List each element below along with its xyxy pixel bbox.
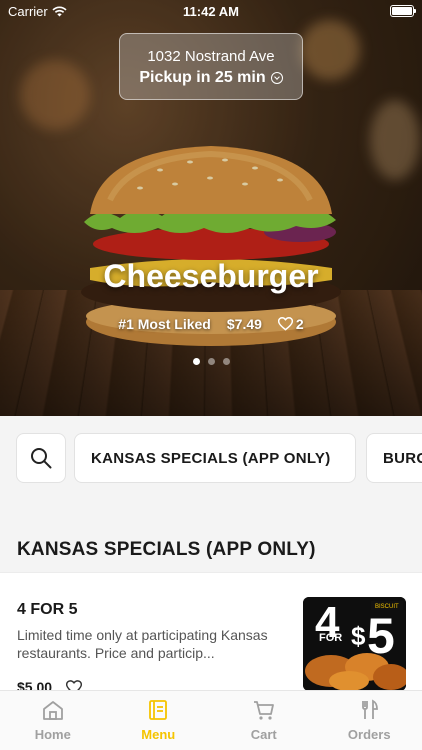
hero-badge: #1 Most Liked: [118, 316, 211, 332]
likes-count: 2: [295, 316, 304, 332]
tab-cart[interactable]: Cart: [211, 691, 317, 750]
carousel-dot[interactable]: [192, 358, 200, 365]
section-header: KANSAS SPECIALS (APP ONLY): [0, 502, 422, 572]
cart-icon: [253, 701, 274, 720]
status-bar: Carrier 11:42 AM: [0, 0, 422, 24]
wifi-icon: [52, 6, 67, 17]
tab-orders-label: Orders: [347, 727, 391, 742]
pickup-location-button[interactable]: 1032 Nostrand Ave Pickup in 25 min: [119, 33, 303, 100]
heart-icon: [277, 317, 293, 331]
promo-brand: BISCUIT: [375, 604, 399, 610]
category-chip-kansas-specials[interactable]: KANSAS SPECIALS (APP ONLY): [74, 433, 356, 483]
tab-home[interactable]: Home: [0, 691, 106, 750]
item-name: 4 FOR 5: [17, 601, 78, 618]
section-title: KANSAS SPECIALS (APP ONLY): [17, 539, 316, 560]
hero-title: Cheeseburger: [103, 258, 319, 294]
hero-meta: #1 Most Liked $7.49 2: [0, 316, 422, 332]
promo-for: FOR: [319, 632, 342, 644]
utensils-icon: [362, 699, 379, 719]
store-address: 1032 Nostrand Ave: [147, 48, 275, 65]
carousel-dots[interactable]: [0, 358, 422, 365]
category-chip-burgers[interactable]: BURG: [366, 433, 422, 483]
hero-likes[interactable]: 2: [277, 316, 304, 332]
search-icon: [31, 448, 52, 469]
category-bar: KANSAS SPECIALS (APP ONLY) BURG: [0, 416, 422, 502]
search-button[interactable]: [16, 433, 66, 483]
tab-cart-label: Cart: [250, 727, 277, 742]
pickup-time: Pickup in 25 min: [139, 69, 266, 86]
hero-price: $7.49: [226, 316, 262, 332]
carrier-label: Carrier: [8, 4, 48, 19]
promo-dollar: $: [351, 621, 366, 651]
menu-icon: [149, 700, 168, 720]
tab-menu[interactable]: Menu: [106, 691, 212, 750]
tab-bar: Home Menu Cart Orders: [0, 690, 422, 750]
battery-icon: [390, 5, 416, 17]
menu-item-card[interactable]: 4 FOR 5 Limited time only at participati…: [0, 572, 422, 695]
tab-home-label: Home: [34, 727, 71, 742]
chevron-down-circle-icon: [270, 72, 283, 84]
carousel-dot[interactable]: [222, 358, 230, 365]
tab-orders[interactable]: Orders: [317, 691, 422, 750]
item-image[interactable]: 4 FOR $ 5 BISCUIT: [303, 597, 406, 691]
item-description: Limited time only at participating Kansa…: [17, 627, 268, 661]
tab-menu-label: Menu: [141, 727, 176, 742]
app-screen: Cheeseburger #1 Most Liked $7.49 2 Carri…: [0, 0, 422, 750]
carousel-dot[interactable]: [207, 358, 215, 365]
home-icon: [42, 701, 63, 720]
